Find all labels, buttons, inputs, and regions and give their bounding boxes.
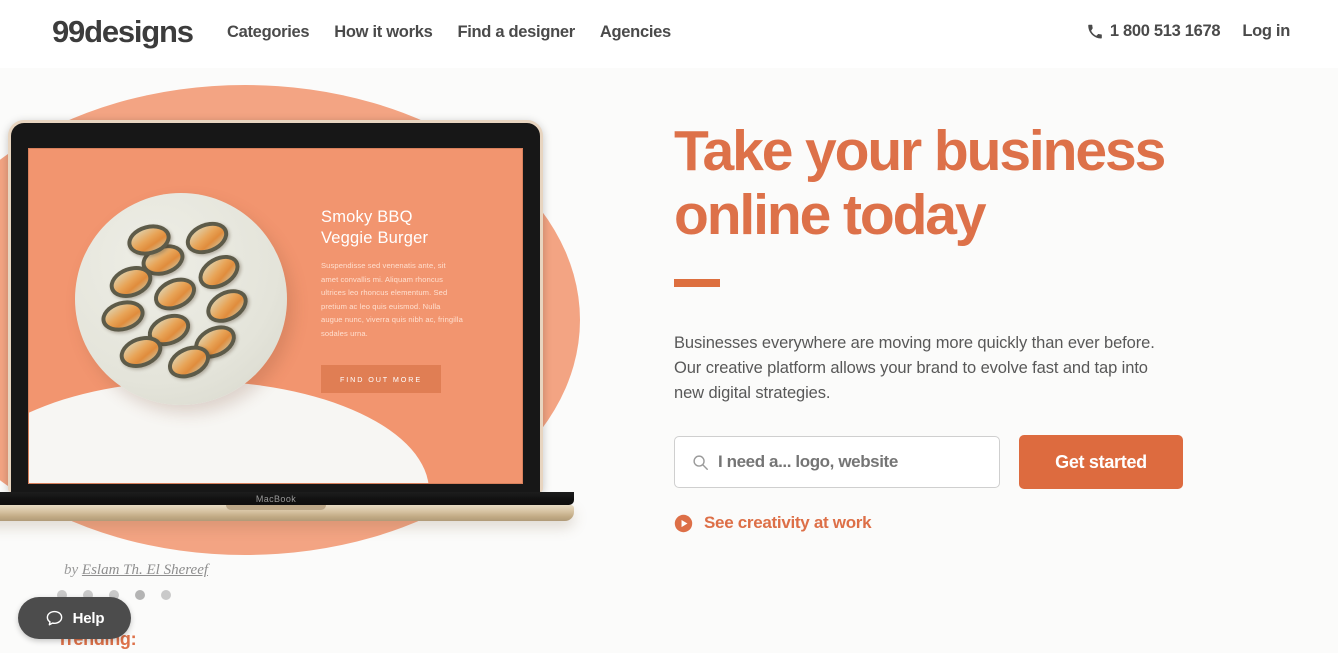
food-piece — [97, 295, 149, 337]
search-box[interactable] — [674, 436, 1000, 488]
screen-curve-decoration — [29, 381, 429, 483]
help-label: Help — [72, 609, 105, 627]
laptop-lid: Smoky BBQ Veggie Burger Suspendisse sed … — [8, 120, 543, 492]
headline-line1: Take your business — [674, 119, 1166, 183]
laptop-screen: Smoky BBQ Veggie Burger Suspendisse sed … — [28, 148, 523, 484]
hero-subcopy: Businesses everywhere are moving more qu… — [674, 334, 1155, 402]
header-actions: 1 800 513 1678 Log in — [1087, 22, 1290, 41]
laptop-base — [0, 505, 574, 521]
nav-item-categories[interactable]: Categories — [227, 23, 310, 42]
headline-line2: online today — [674, 183, 987, 247]
screen-headline-line2: Veggie Burger — [321, 229, 429, 247]
food-plate-image — [75, 193, 287, 405]
hero-search-form: Get started — [674, 435, 1274, 489]
device-label: MacBook — [255, 493, 297, 504]
help-button[interactable]: Help — [18, 597, 131, 639]
laptop-hinge: MacBook — [0, 492, 574, 505]
get-started-button[interactable]: Get started — [1019, 435, 1183, 489]
main-navigation: Categories How it works Find a designer … — [227, 23, 671, 42]
carousel-dot-4[interactable] — [135, 590, 145, 600]
see-creativity-link[interactable]: See creativity at work — [674, 513, 1274, 533]
search-icon — [693, 454, 708, 470]
nav-item-agencies[interactable]: Agencies — [600, 23, 671, 42]
see-creativity-label: See creativity at work — [704, 513, 872, 532]
designer-name-link[interactable]: Eslam Th. El Shereef — [82, 562, 208, 578]
laptop-mockup: Smoky BBQ Veggie Burger Suspendisse sed … — [0, 120, 604, 521]
screen-find-out-more-button: FIND OUT MORE — [321, 365, 441, 393]
login-link[interactable]: Log in — [1242, 22, 1290, 41]
hero-content: Take your business online today Business… — [674, 68, 1274, 533]
phone-icon — [1088, 24, 1102, 39]
food-piece — [200, 282, 254, 330]
phone-number: 1 800 513 1678 — [1109, 22, 1221, 40]
search-input[interactable] — [718, 452, 988, 472]
page-title: Take your business online today — [674, 119, 1274, 247]
food-piece — [180, 215, 234, 261]
screen-body-text: Suspendisse sed venenatis ante, sit amet… — [321, 261, 463, 338]
landing-page: 99designs Categories How it works Find a… — [0, 0, 1338, 653]
food-items — [97, 215, 261, 385]
showcase-panel: Smoky BBQ Veggie Burger Suspendisse sed … — [0, 68, 660, 653]
site-header: 99designs Categories How it works Find a… — [0, 0, 1338, 68]
food-piece — [148, 271, 202, 317]
site-logo[interactable]: 99designs — [52, 14, 194, 50]
screen-headline: Smoky BBQ Veggie Burger — [321, 207, 428, 249]
phone-link[interactable]: 1 800 513 1678 — [1087, 22, 1221, 41]
carousel-dot-5[interactable] — [161, 590, 171, 600]
nav-item-find-a-designer[interactable]: Find a designer — [457, 23, 575, 42]
nav-item-how-it-works[interactable]: How it works — [334, 23, 432, 42]
chat-bubble-icon — [46, 610, 62, 625]
design-attribution: by Eslam Th. El Shereef — [64, 562, 208, 579]
accent-rule — [674, 279, 720, 287]
screen-headline-line1: Smoky BBQ — [321, 208, 413, 226]
attribution-prefix: by — [64, 562, 79, 578]
play-circle-icon — [674, 514, 693, 532]
